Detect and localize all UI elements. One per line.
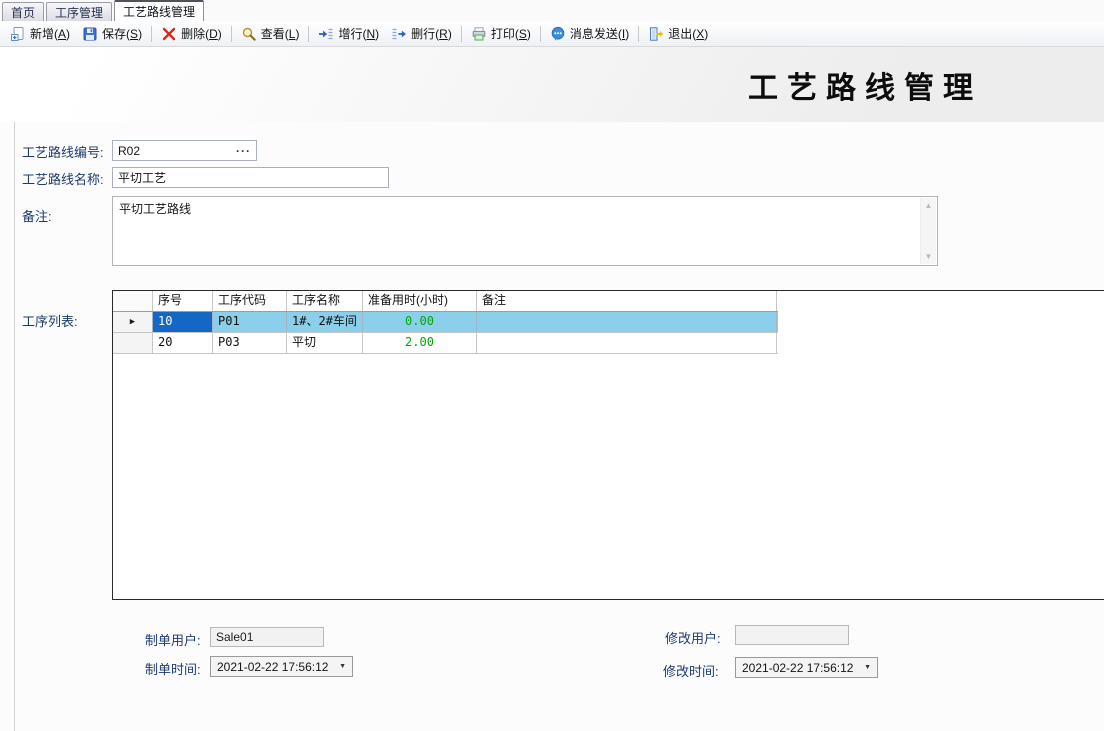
toolbar-button-label: 打印(S) (491, 25, 531, 42)
remark-label: 备注: (22, 206, 52, 225)
toolbar-button-label: 查看(L) (261, 25, 300, 42)
grid-selector-header (113, 291, 153, 311)
delete-button[interactable]: 删除(D) (155, 23, 228, 44)
route-name-value: 平切工艺 (118, 169, 383, 186)
remark-value: 平切工艺路线 (113, 197, 919, 265)
grid-column-header[interactable]: 序号 (153, 291, 213, 311)
modify-time-label: 修改时间: (663, 661, 719, 680)
dropdown-arrow-icon[interactable]: ▼ (336, 663, 349, 670)
route-code-input[interactable]: R02 ··· (112, 140, 257, 161)
delete-icon (161, 26, 177, 42)
panel-left-border (14, 122, 15, 731)
grid-cell[interactable]: P01 (213, 312, 287, 332)
print-icon (471, 26, 487, 42)
exit-icon (648, 26, 664, 42)
toolbar-button-label: 消息发送(I) (570, 25, 629, 42)
dropdown-arrow-icon[interactable]: ▼ (861, 664, 874, 671)
tab-0[interactable]: 首页 (2, 2, 44, 21)
toolbar-separator (540, 26, 541, 42)
grid-cell[interactable] (477, 333, 777, 353)
toolbar-button-label: 保存(S) (102, 25, 142, 42)
modifier-label: 修改用户: (665, 628, 721, 647)
scroll-up-icon[interactable]: ▲ (925, 201, 933, 210)
toolbar-separator (638, 26, 639, 42)
grid-row-1[interactable]: 20P03平切2.00 (113, 333, 778, 354)
new-document-icon (10, 26, 26, 42)
route-name-label: 工艺路线名称: (22, 169, 104, 188)
scroll-down-icon[interactable]: ▼ (925, 252, 933, 261)
toolbar-button-label: 删除(D) (181, 25, 222, 42)
grid-column-header[interactable]: 工序名称 (287, 291, 363, 311)
view-icon (241, 26, 257, 42)
process-list-label: 工序列表: (22, 311, 78, 330)
page-title: 工艺路线管理 (748, 63, 982, 107)
message-send-icon (550, 26, 566, 42)
toolbar-button-label: 删行(R) (411, 25, 452, 42)
grid-column-header[interactable]: 准备用时(小时) (363, 291, 477, 311)
title-banner: 工艺路线管理 (0, 47, 1104, 122)
toolbar-button-label: 新增(A) (30, 25, 70, 42)
modify-time-dropdown[interactable]: 2021-02-22 17:56:12 ▼ (735, 657, 878, 678)
toolbar-button-label: 增行(N) (338, 25, 379, 42)
create-time-dropdown[interactable]: 2021-02-22 17:56:12 ▼ (210, 656, 353, 677)
delete-row-button[interactable]: 删行(R) (385, 23, 458, 44)
grid-cell[interactable]: 1#、2#车间 (287, 312, 363, 332)
message-send-button[interactable]: 消息发送(I) (544, 23, 635, 44)
current-row-marker-icon: ▶ (130, 318, 135, 327)
process-grid[interactable]: 序号工序代码工序名称准备用时(小时)备注▶10P011#、2#车间0.0020P… (112, 290, 1104, 600)
grid-column-header[interactable]: 备注 (477, 291, 777, 311)
grid-cell[interactable]: P03 (213, 333, 287, 353)
new-document-button[interactable]: 新增(A) (4, 23, 76, 44)
grid-cell[interactable] (477, 312, 777, 332)
insert-row-button[interactable]: 增行(N) (312, 23, 385, 44)
toolbar-separator (231, 26, 232, 42)
grid-row-selector[interactable]: ▶ (113, 312, 153, 332)
grid-column-header[interactable]: 工序代码 (213, 291, 287, 311)
remark-scrollbar[interactable]: ▲ ▼ (920, 198, 936, 264)
grid-cell[interactable]: 平切 (287, 333, 363, 353)
save-button[interactable]: 保存(S) (76, 23, 148, 44)
modifier-input[interactable] (735, 625, 849, 645)
exit-button[interactable]: 退出(X) (642, 23, 714, 44)
remark-textarea[interactable]: 平切工艺路线 ▲ ▼ (112, 196, 938, 266)
lookup-ellipsis-button[interactable]: ··· (232, 144, 251, 158)
toolbar-button-label: 退出(X) (668, 25, 708, 42)
route-name-input[interactable]: 平切工艺 (112, 167, 389, 188)
toolbar: 新增(A) 保存(S) 删除(D) 查看(L) 增行(N) 删行(R) 打印(S) 消息发送(… (0, 21, 1104, 47)
toolbar-separator (308, 26, 309, 42)
delete-row-icon (391, 26, 407, 42)
grid-cell[interactable]: 10 (153, 312, 213, 332)
grid-row-0[interactable]: ▶ 10P011#、2#车间0.00 (113, 312, 778, 333)
grid-cell[interactable]: 2.00 (363, 333, 477, 353)
toolbar-separator (461, 26, 462, 42)
grid-cell[interactable]: 0.00 (363, 312, 477, 332)
toolbar-separator (151, 26, 152, 42)
grid-cell[interactable]: 20 (153, 333, 213, 353)
tab-2[interactable]: 工艺路线管理 (114, 0, 204, 21)
save-icon (82, 26, 98, 42)
content-panel: 工艺路线编号: R02 ··· 工艺路线名称: 平切工艺 备注: 平切工艺路线 … (0, 122, 1104, 731)
grid-row-selector[interactable] (113, 333, 153, 353)
insert-row-icon (318, 26, 334, 42)
modify-time-value: 2021-02-22 17:56:12 (742, 661, 854, 675)
route-code-label: 工艺路线编号: (22, 142, 104, 161)
create-time-value: 2021-02-22 17:56:12 (217, 660, 329, 674)
creator-label: 制单用户: (145, 630, 201, 649)
grid-header-row: 序号工序代码工序名称准备用时(小时)备注 (113, 291, 778, 312)
app-window: 首页工序管理工艺路线管理 新增(A)保存(S)删除(D)查看(L)增行(N)删行… (0, 0, 1104, 731)
tab-1[interactable]: 工序管理 (46, 2, 112, 21)
print-button[interactable]: 打印(S) (465, 23, 537, 44)
creator-input[interactable]: Sale01 (210, 627, 324, 647)
tab-bar: 首页工序管理工艺路线管理 (0, 0, 1104, 21)
create-time-label: 制单时间: (145, 659, 201, 678)
creator-value: Sale01 (216, 630, 253, 644)
view-button[interactable]: 查看(L) (235, 23, 306, 44)
route-code-value: R02 (118, 144, 232, 158)
